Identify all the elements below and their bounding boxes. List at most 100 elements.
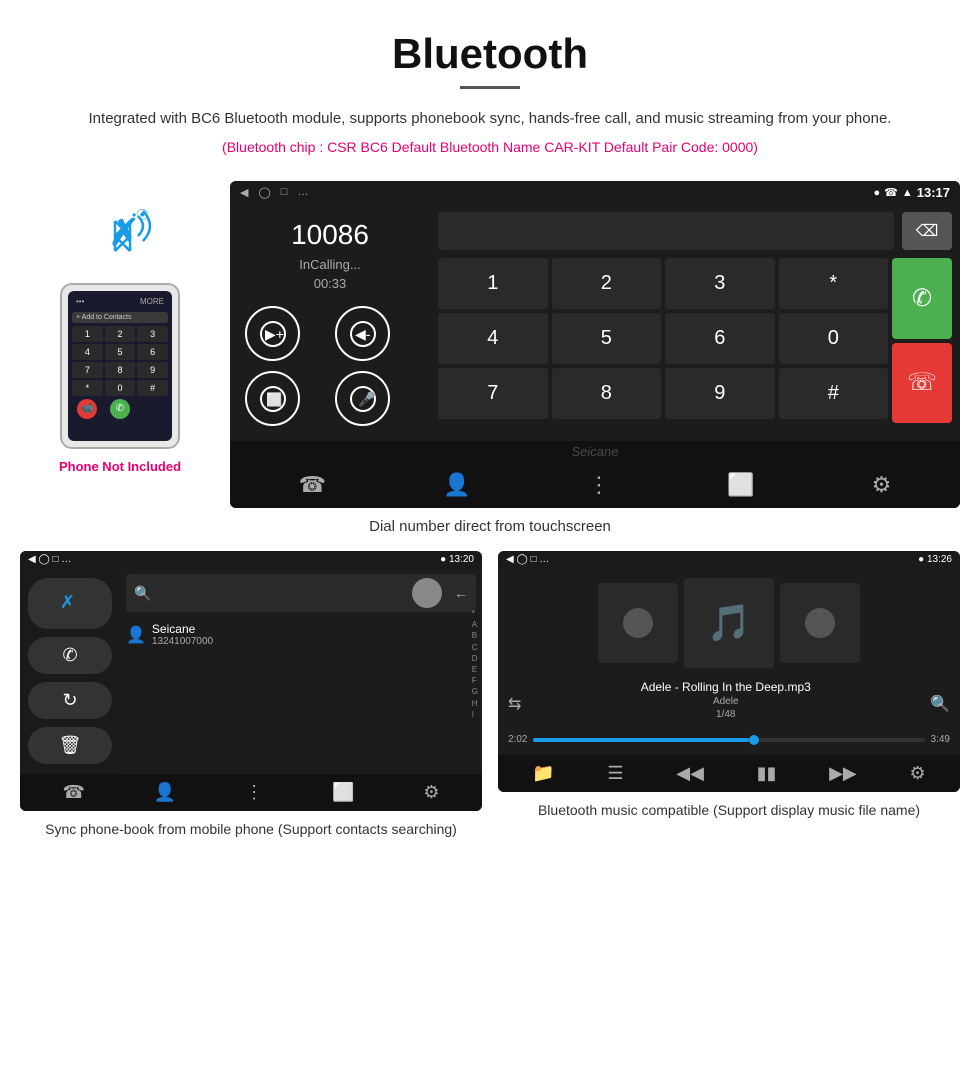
- phone-key-7[interactable]: 7: [72, 362, 103, 378]
- key-6[interactable]: 6: [665, 313, 775, 364]
- music-status-bar: ◀ ◯ □ … ● 13:26: [498, 551, 960, 568]
- music-next-btn[interactable]: ▶▶: [829, 763, 857, 784]
- pb-main-content: 🔍 ← 👤 Seicane 13241007000 *: [120, 568, 482, 774]
- key-hash[interactable]: #: [779, 368, 889, 419]
- call-button[interactable]: ✆: [892, 258, 952, 339]
- pb-search-bar[interactable]: 🔍 ←: [126, 574, 476, 612]
- pb-back-arrow[interactable]: ←: [454, 585, 468, 601]
- numpad-backspace[interactable]: ⌫: [902, 212, 952, 250]
- pb-contact-name: Seicane: [152, 622, 213, 636]
- nav-dots[interactable]: …: [297, 186, 308, 199]
- music-play-btn[interactable]: ▮▮: [757, 763, 777, 784]
- svg-text:🎤: 🎤: [358, 390, 376, 408]
- music-prev-btn[interactable]: ◀◀: [676, 763, 704, 784]
- phonebook-item: ◀ ◯ □ … ● 13:20 ✗ ✆: [20, 551, 482, 840]
- key-5[interactable]: 5: [552, 313, 662, 364]
- pb-bottom-dialpad[interactable]: ⋮: [245, 782, 263, 803]
- phone-key-0[interactable]: 0: [105, 380, 136, 396]
- pb-bottom-transfer[interactable]: ⬜: [332, 782, 354, 803]
- page-description: Integrated with BC6 Bluetooth module, su…: [40, 107, 940, 131]
- music-nav-dots[interactable]: …: [539, 554, 549, 565]
- pb-nav-dots[interactable]: …: [61, 554, 71, 565]
- music-list-btn[interactable]: ☰: [607, 763, 623, 784]
- bottom-dialpad-btn[interactable]: ⋮: [588, 472, 610, 498]
- music-bottom-bar: 📁 ☰ ◀◀ ▮▮ ▶▶ ⚙: [498, 755, 960, 792]
- bottom-contacts-btn[interactable]: 👤: [443, 472, 470, 498]
- phone-add-contact[interactable]: + Add to Contacts: [72, 312, 168, 323]
- pb-delete-icon[interactable]: 🗑: [28, 727, 112, 764]
- numpad-display: [438, 212, 894, 250]
- numpad-input-row: ⌫: [438, 212, 952, 250]
- car-status-icons: ● ☎ ▲ 13:17: [874, 185, 951, 200]
- bottom-transfer-btn[interactable]: ⬜: [727, 472, 754, 498]
- caption-phonebook: Sync phone-book from mobile phone (Suppo…: [20, 819, 482, 840]
- phone-bottom-row: 📹 ✆: [72, 399, 168, 419]
- phone-top-bar: ••• MORE: [72, 295, 168, 308]
- bottom-settings-btn[interactable]: ⚙: [872, 472, 892, 498]
- phone-key-hash[interactable]: #: [137, 380, 168, 396]
- key-4[interactable]: 4: [438, 313, 548, 364]
- key-8[interactable]: 8: [552, 368, 662, 419]
- pb-call-icon[interactable]: ✆: [28, 637, 112, 674]
- phone-key-star[interactable]: *: [72, 380, 103, 396]
- pb-sync-icon[interactable]: ↻: [28, 682, 112, 719]
- pb-nav-sq[interactable]: □: [52, 554, 58, 565]
- key-1[interactable]: 1: [438, 258, 548, 309]
- page-title: Bluetooth: [40, 30, 940, 78]
- key-9[interactable]: 9: [665, 368, 775, 419]
- pb-alphabet: *ABCD EFGHI: [472, 608, 478, 720]
- key-3[interactable]: 3: [665, 258, 775, 309]
- phone-more: MORE: [140, 297, 164, 306]
- music-nav-back[interactable]: ◀: [506, 554, 514, 565]
- music-progress: 2:02 3:49: [508, 734, 950, 745]
- transfer-btn[interactable]: ⬜: [245, 371, 300, 426]
- pb-bottom-bar: ☎ 👤 ⋮ ⬜ ⚙: [20, 774, 482, 811]
- phone-key-1[interactable]: 1: [72, 326, 103, 342]
- music-nav-home[interactable]: ◯: [516, 554, 527, 565]
- phone-screen: ••• MORE + Add to Contacts 1 2 3 4 5 6 7…: [68, 291, 172, 441]
- phone-key-2[interactable]: 2: [105, 326, 136, 342]
- music-progress-bar[interactable]: [533, 738, 924, 742]
- phone-video-btn[interactable]: 📹: [77, 399, 97, 419]
- key-0[interactable]: 0: [779, 313, 889, 364]
- main-section: ✗ •⦿ ✗: [0, 181, 980, 508]
- pb-nav-back[interactable]: ◀: [28, 554, 36, 565]
- phone-key-8[interactable]: 8: [105, 362, 136, 378]
- phone-key-9[interactable]: 9: [137, 362, 168, 378]
- pb-contact-item[interactable]: 👤 Seicane 13241007000: [126, 618, 476, 651]
- pb-bt-icon[interactable]: ✗: [28, 578, 112, 629]
- key-2[interactable]: 2: [552, 258, 662, 309]
- nav-home[interactable]: ◯: [258, 186, 270, 199]
- shuffle-btn[interactable]: ⇆: [508, 694, 521, 714]
- phone-key-5[interactable]: 5: [105, 344, 136, 360]
- mute-btn[interactable]: 🎤: [335, 371, 390, 426]
- car-dial-display: ◀ ◯ □ … ● ☎ ▲ 13:17 10086 InCalling...: [230, 181, 960, 508]
- phone-key-4[interactable]: 4: [72, 344, 103, 360]
- location-icon: ●: [874, 187, 881, 199]
- nav-square[interactable]: □: [281, 186, 288, 199]
- volume-up-btn[interactable]: ▶+: [245, 306, 300, 361]
- music-folder-btn[interactable]: 📁: [532, 763, 554, 784]
- numpad-layout: 1 2 3 * 4 5 6 0 7 8 9 #: [438, 258, 952, 423]
- phone-key-6[interactable]: 6: [137, 344, 168, 360]
- music-nav-sq[interactable]: □: [530, 554, 536, 565]
- pb-bottom-call[interactable]: ☎: [62, 782, 84, 803]
- end-button[interactable]: ☏: [892, 343, 952, 424]
- pb-contact-avatar: 👤: [126, 625, 146, 645]
- key-7[interactable]: 7: [438, 368, 548, 419]
- music-controls-row: ⇆ Adele - Rolling In the Deep.mp3 Adele …: [508, 680, 950, 728]
- music-eq-btn[interactable]: ⚙: [909, 763, 925, 784]
- pb-nav-home[interactable]: ◯: [38, 554, 49, 565]
- volume-down-btn[interactable]: ◀-: [335, 306, 390, 361]
- pb-bottom-contacts[interactable]: 👤: [154, 782, 176, 803]
- phone-call-btn[interactable]: ✆: [110, 399, 130, 419]
- car-status-bar: ◀ ◯ □ … ● ☎ ▲ 13:17: [230, 181, 960, 204]
- key-star[interactable]: *: [779, 258, 889, 309]
- music-search-btn[interactable]: 🔍: [930, 694, 950, 714]
- phone-key-3[interactable]: 3: [137, 326, 168, 342]
- pb-content: ✗ ✆ ↻ 🗑 🔍: [20, 568, 482, 774]
- pb-bottom-settings[interactable]: ⚙: [423, 782, 439, 803]
- bottom-call-btn[interactable]: ☎: [299, 472, 326, 498]
- dial-timer: 00:33: [314, 276, 347, 291]
- nav-back[interactable]: ◀: [240, 186, 248, 199]
